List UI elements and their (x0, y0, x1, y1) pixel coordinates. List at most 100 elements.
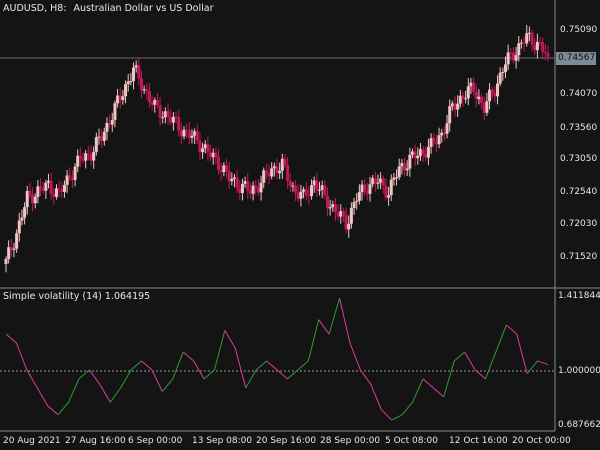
candle-body (145, 89, 149, 92)
candle-body (230, 178, 234, 182)
candle-body (52, 193, 56, 197)
candle-body (116, 95, 120, 104)
candle-body (182, 129, 186, 137)
candle-body (527, 32, 531, 34)
candle-body (519, 42, 523, 44)
candle-body (9, 247, 13, 250)
candle-body (403, 163, 407, 171)
time-axis-label: 27 Aug 16:00 (65, 436, 126, 446)
candle-body (302, 189, 306, 192)
candle-body (466, 86, 470, 99)
candle-body (155, 100, 159, 106)
candle-body (214, 152, 218, 158)
candle-body (488, 89, 492, 102)
candle-body (501, 71, 505, 73)
price-axis-label: 0.71520 (560, 252, 598, 262)
candle-body (81, 158, 85, 161)
candle-body (288, 180, 292, 186)
candle-body (426, 146, 430, 158)
candle-body (209, 152, 213, 158)
candle-body (325, 195, 329, 209)
candle-body (126, 81, 130, 85)
candle-body (392, 177, 396, 180)
candle-body (94, 137, 98, 152)
candle-body (498, 72, 502, 84)
candle-body (28, 190, 32, 195)
candle-body (62, 184, 66, 192)
candle-body (248, 190, 252, 194)
candle-body (469, 82, 473, 87)
candle-body (543, 51, 547, 54)
candle-body (118, 95, 122, 101)
time-axis-label: 6 Sep 00:00 (128, 436, 183, 446)
candle-body (503, 64, 507, 72)
candle-body (448, 106, 452, 124)
candle-body (490, 89, 494, 94)
candle-body (57, 188, 61, 190)
candle-body (286, 165, 290, 181)
candle-body (70, 178, 74, 180)
candle-body (68, 175, 72, 179)
candle-body (389, 179, 393, 196)
candle-body (434, 142, 438, 145)
candle-body (110, 119, 114, 125)
candle-body (102, 131, 106, 141)
candle-body (20, 217, 24, 221)
candle-body (17, 220, 21, 234)
candle-body (105, 122, 109, 132)
candle-body (514, 55, 518, 61)
candle-body (240, 183, 244, 193)
candle-body (482, 102, 486, 113)
candle-body (333, 204, 337, 213)
candle-body (395, 177, 399, 179)
candle-body (525, 33, 529, 44)
candle-body (47, 180, 51, 183)
candle-body (190, 135, 194, 138)
candle-body (7, 247, 11, 259)
candle-body (36, 186, 40, 197)
candle-body (33, 196, 37, 204)
time-axis-label: 13 Sep 08:00 (192, 436, 253, 446)
candle-body (442, 132, 446, 134)
candle-body (278, 170, 282, 174)
candle-body (25, 190, 29, 208)
candle-body (530, 32, 534, 46)
indicator-axis-label: 1.000000 (558, 366, 600, 376)
candle-body (54, 188, 58, 197)
chart-canvas[interactable] (0, 0, 600, 450)
candle-body (39, 186, 43, 189)
candle-body (100, 136, 104, 141)
candle-body (31, 194, 35, 204)
time-axis-label: 20 Aug 2021 (3, 436, 61, 446)
candle-body (538, 41, 542, 43)
candle-body (254, 185, 258, 188)
candle-body (89, 153, 93, 161)
candle-body (453, 103, 457, 110)
candle-body (12, 248, 16, 250)
candle-body (360, 184, 364, 193)
candle-body (310, 185, 314, 197)
candle-body (264, 170, 268, 173)
candle-body (493, 93, 497, 97)
candle-body (78, 155, 82, 159)
chart-description: Australian Dollar vs US Dollar (73, 3, 214, 14)
candle-body (336, 212, 340, 217)
candle-body (363, 184, 367, 191)
candle-body (206, 144, 210, 153)
candle-body (201, 148, 205, 153)
candle-body (522, 42, 526, 44)
candle-body (535, 41, 539, 51)
candle-body (84, 153, 88, 161)
price-axis-label: 0.74070 (560, 89, 598, 99)
candle-body (222, 165, 226, 173)
candle-body (341, 210, 345, 215)
candle-body (411, 151, 414, 155)
candle-body (211, 152, 215, 158)
candle-body (219, 170, 223, 173)
candle-body (153, 100, 157, 105)
candle-body (246, 181, 250, 191)
candle-body (312, 180, 316, 186)
candle-body (97, 136, 101, 138)
candle-body (92, 151, 96, 161)
candle-body (259, 182, 263, 193)
